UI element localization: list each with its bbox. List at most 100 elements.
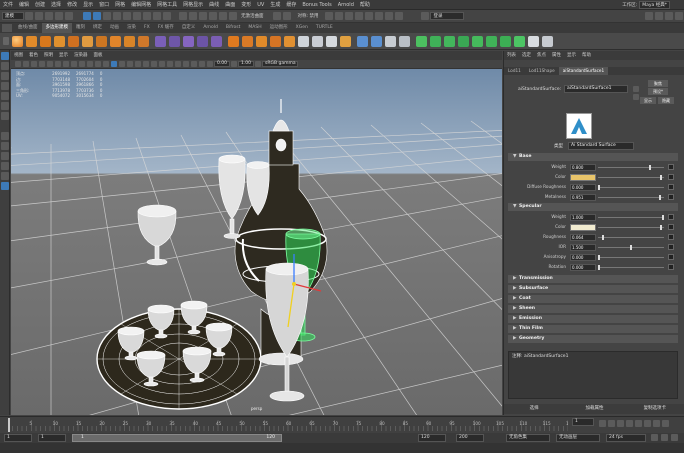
show-button[interactable]: 显示	[640, 97, 656, 104]
select-tool-icon[interactable]	[1, 52, 9, 60]
fill-hole-icon[interactable]	[283, 35, 295, 47]
section-specular[interactable]: ▼ Specular	[508, 203, 678, 211]
map-button-icon[interactable]	[668, 234, 674, 240]
single-view-icon[interactable]	[1, 132, 9, 140]
attr-footer-button[interactable]: 复制选项卡	[625, 404, 684, 414]
map-button-icon[interactable]	[668, 164, 674, 170]
map-button-icon[interactable]	[668, 194, 674, 200]
undo-icon[interactable]	[55, 12, 63, 20]
shadows-icon[interactable]	[143, 61, 149, 67]
slider-knob[interactable]	[660, 225, 662, 230]
poly-cylinder-icon[interactable]	[39, 35, 51, 47]
panel-menu-item[interactable]: 面板	[91, 51, 106, 60]
safe-title-icon[interactable]	[95, 61, 101, 67]
playback-end-field[interactable]: 120	[418, 434, 446, 442]
wireframe-icon[interactable]	[103, 61, 109, 67]
attr-slider[interactable]	[598, 195, 664, 200]
workspace-dropdown[interactable]: Maya 经典*	[639, 0, 670, 9]
smooth-shade-icon[interactable]	[111, 61, 117, 67]
section-collapsed[interactable]: ▶ Subsurface	[508, 285, 678, 293]
attr-menu-item[interactable]: 选定	[519, 51, 534, 60]
mode-dropdown[interactable]: 建模	[2, 12, 24, 20]
start-frame-field[interactable]: 1	[4, 434, 32, 442]
anti-alias-icon[interactable]	[167, 61, 173, 67]
four-view-icon[interactable]	[1, 142, 9, 150]
open-scene-icon[interactable]	[35, 12, 43, 20]
type-dropdown[interactable]: Ai Standard Surface	[568, 142, 634, 150]
viewport-persp[interactable]: 顶点: 2691992 2691774 0 边: 7703148 7702604 0 面: 396…	[11, 69, 502, 415]
fps-dropdown[interactable]: 24 fps	[606, 434, 646, 442]
auto-key-icon[interactable]	[661, 434, 668, 441]
map-button-icon[interactable]	[668, 264, 674, 270]
menu-item[interactable]: 编辑	[16, 0, 32, 10]
menu-item[interactable]: 创建	[32, 0, 48, 10]
history-icon[interactable]	[272, 12, 281, 20]
menu-item[interactable]: 窗口	[96, 0, 112, 10]
no-live-surface-label[interactable]: 无激活曲面	[241, 13, 264, 19]
shelf-tab[interactable]: Bifrost	[222, 23, 245, 33]
light-editor-icon[interactable]	[395, 12, 404, 20]
shader-name-field[interactable]: aiStandardSurface1	[564, 85, 628, 93]
safe-action-icon[interactable]	[87, 61, 93, 67]
shelf-tab[interactable]: 雕刻	[72, 23, 89, 33]
renderer-settings-icon[interactable]	[541, 35, 553, 47]
xray-joints-icon[interactable]	[199, 61, 205, 67]
map-button-icon[interactable]	[668, 184, 674, 190]
color-management-icon[interactable]	[255, 61, 261, 67]
attr-value-field[interactable]: 0.951	[570, 194, 596, 201]
menu-item[interactable]: 曲面	[222, 0, 238, 10]
shelf-tab[interactable]: XGen	[292, 23, 312, 33]
presets-button[interactable]: 预设*	[648, 88, 668, 95]
mirror-icon[interactable]	[210, 35, 222, 47]
menu-item[interactable]: Bonus Tools	[299, 0, 334, 10]
menu-item[interactable]: 选择	[48, 0, 64, 10]
preferences-icon[interactable]	[671, 434, 678, 441]
time-slider[interactable]: 5 10 15 20 25 30 35 40 45 50 55 60 65 70 75 80 85 90 95 100…	[0, 416, 684, 433]
mask-icon[interactable]	[163, 12, 171, 20]
reverse-normal-icon[interactable]	[457, 35, 469, 47]
attr-value-field[interactable]: 0.064	[570, 234, 596, 241]
select-component-icon[interactable]	[103, 12, 111, 20]
sculpt-tool-icon[interactable]	[527, 35, 539, 47]
attr-value-field[interactable]: 0.000	[570, 184, 596, 191]
gamma-icon[interactable]	[231, 61, 237, 67]
slide-edge-icon[interactable]	[384, 35, 396, 47]
select-object-icon[interactable]	[93, 12, 101, 20]
playblast-icon[interactable]	[375, 12, 384, 20]
menu-item[interactable]: 显示	[80, 0, 96, 10]
slider-knob[interactable]	[602, 235, 604, 240]
tool-settings-icon[interactable]	[665, 12, 673, 20]
uv-editor-icon[interactable]	[513, 35, 525, 47]
slider-knob[interactable]	[649, 165, 651, 170]
new-scene-icon[interactable]	[25, 12, 33, 20]
svg-icon[interactable]	[137, 35, 149, 47]
motion-blur-icon[interactable]	[159, 61, 165, 67]
layout-icon[interactable]	[1, 162, 9, 170]
resolution-gate-icon[interactable]	[63, 61, 69, 67]
quad-draw-icon[interactable]	[339, 35, 351, 47]
menu-item[interactable]: Arnold	[335, 0, 357, 10]
conform-icon[interactable]	[443, 35, 455, 47]
anim-layer-dropdown[interactable]: 无动画层	[556, 434, 600, 442]
depth-of-field-icon[interactable]	[175, 61, 181, 67]
shelf-tab[interactable]: 自定义	[178, 23, 200, 33]
poly-torus-icon[interactable]	[67, 35, 79, 47]
center-pivot-icon[interactable]	[485, 35, 497, 47]
playback-start-field[interactable]: 1	[38, 434, 66, 442]
section-collapsed[interactable]: ▶ Thin Film	[508, 325, 678, 333]
attr-slider[interactable]	[598, 165, 664, 170]
section-collapsed[interactable]: ▶ Coat	[508, 295, 678, 303]
attr-value-field[interactable]: 0.800	[570, 164, 596, 171]
snap-grid-icon[interactable]	[179, 12, 187, 20]
exposure-icon[interactable]	[207, 61, 213, 67]
menu-item[interactable]: UV	[254, 0, 267, 10]
menu-item[interactable]: 帮助	[357, 0, 373, 10]
move-tool-icon[interactable]	[1, 82, 9, 90]
mask-icon[interactable]	[133, 12, 141, 20]
menu-item[interactable]: 变形	[238, 0, 254, 10]
xray-icon[interactable]	[191, 61, 197, 67]
step-forward-icon[interactable]	[653, 420, 660, 427]
arnold-render-icon[interactable]	[385, 12, 394, 20]
render-view-icon[interactable]	[365, 12, 374, 20]
gate-mask-icon[interactable]	[71, 61, 77, 67]
